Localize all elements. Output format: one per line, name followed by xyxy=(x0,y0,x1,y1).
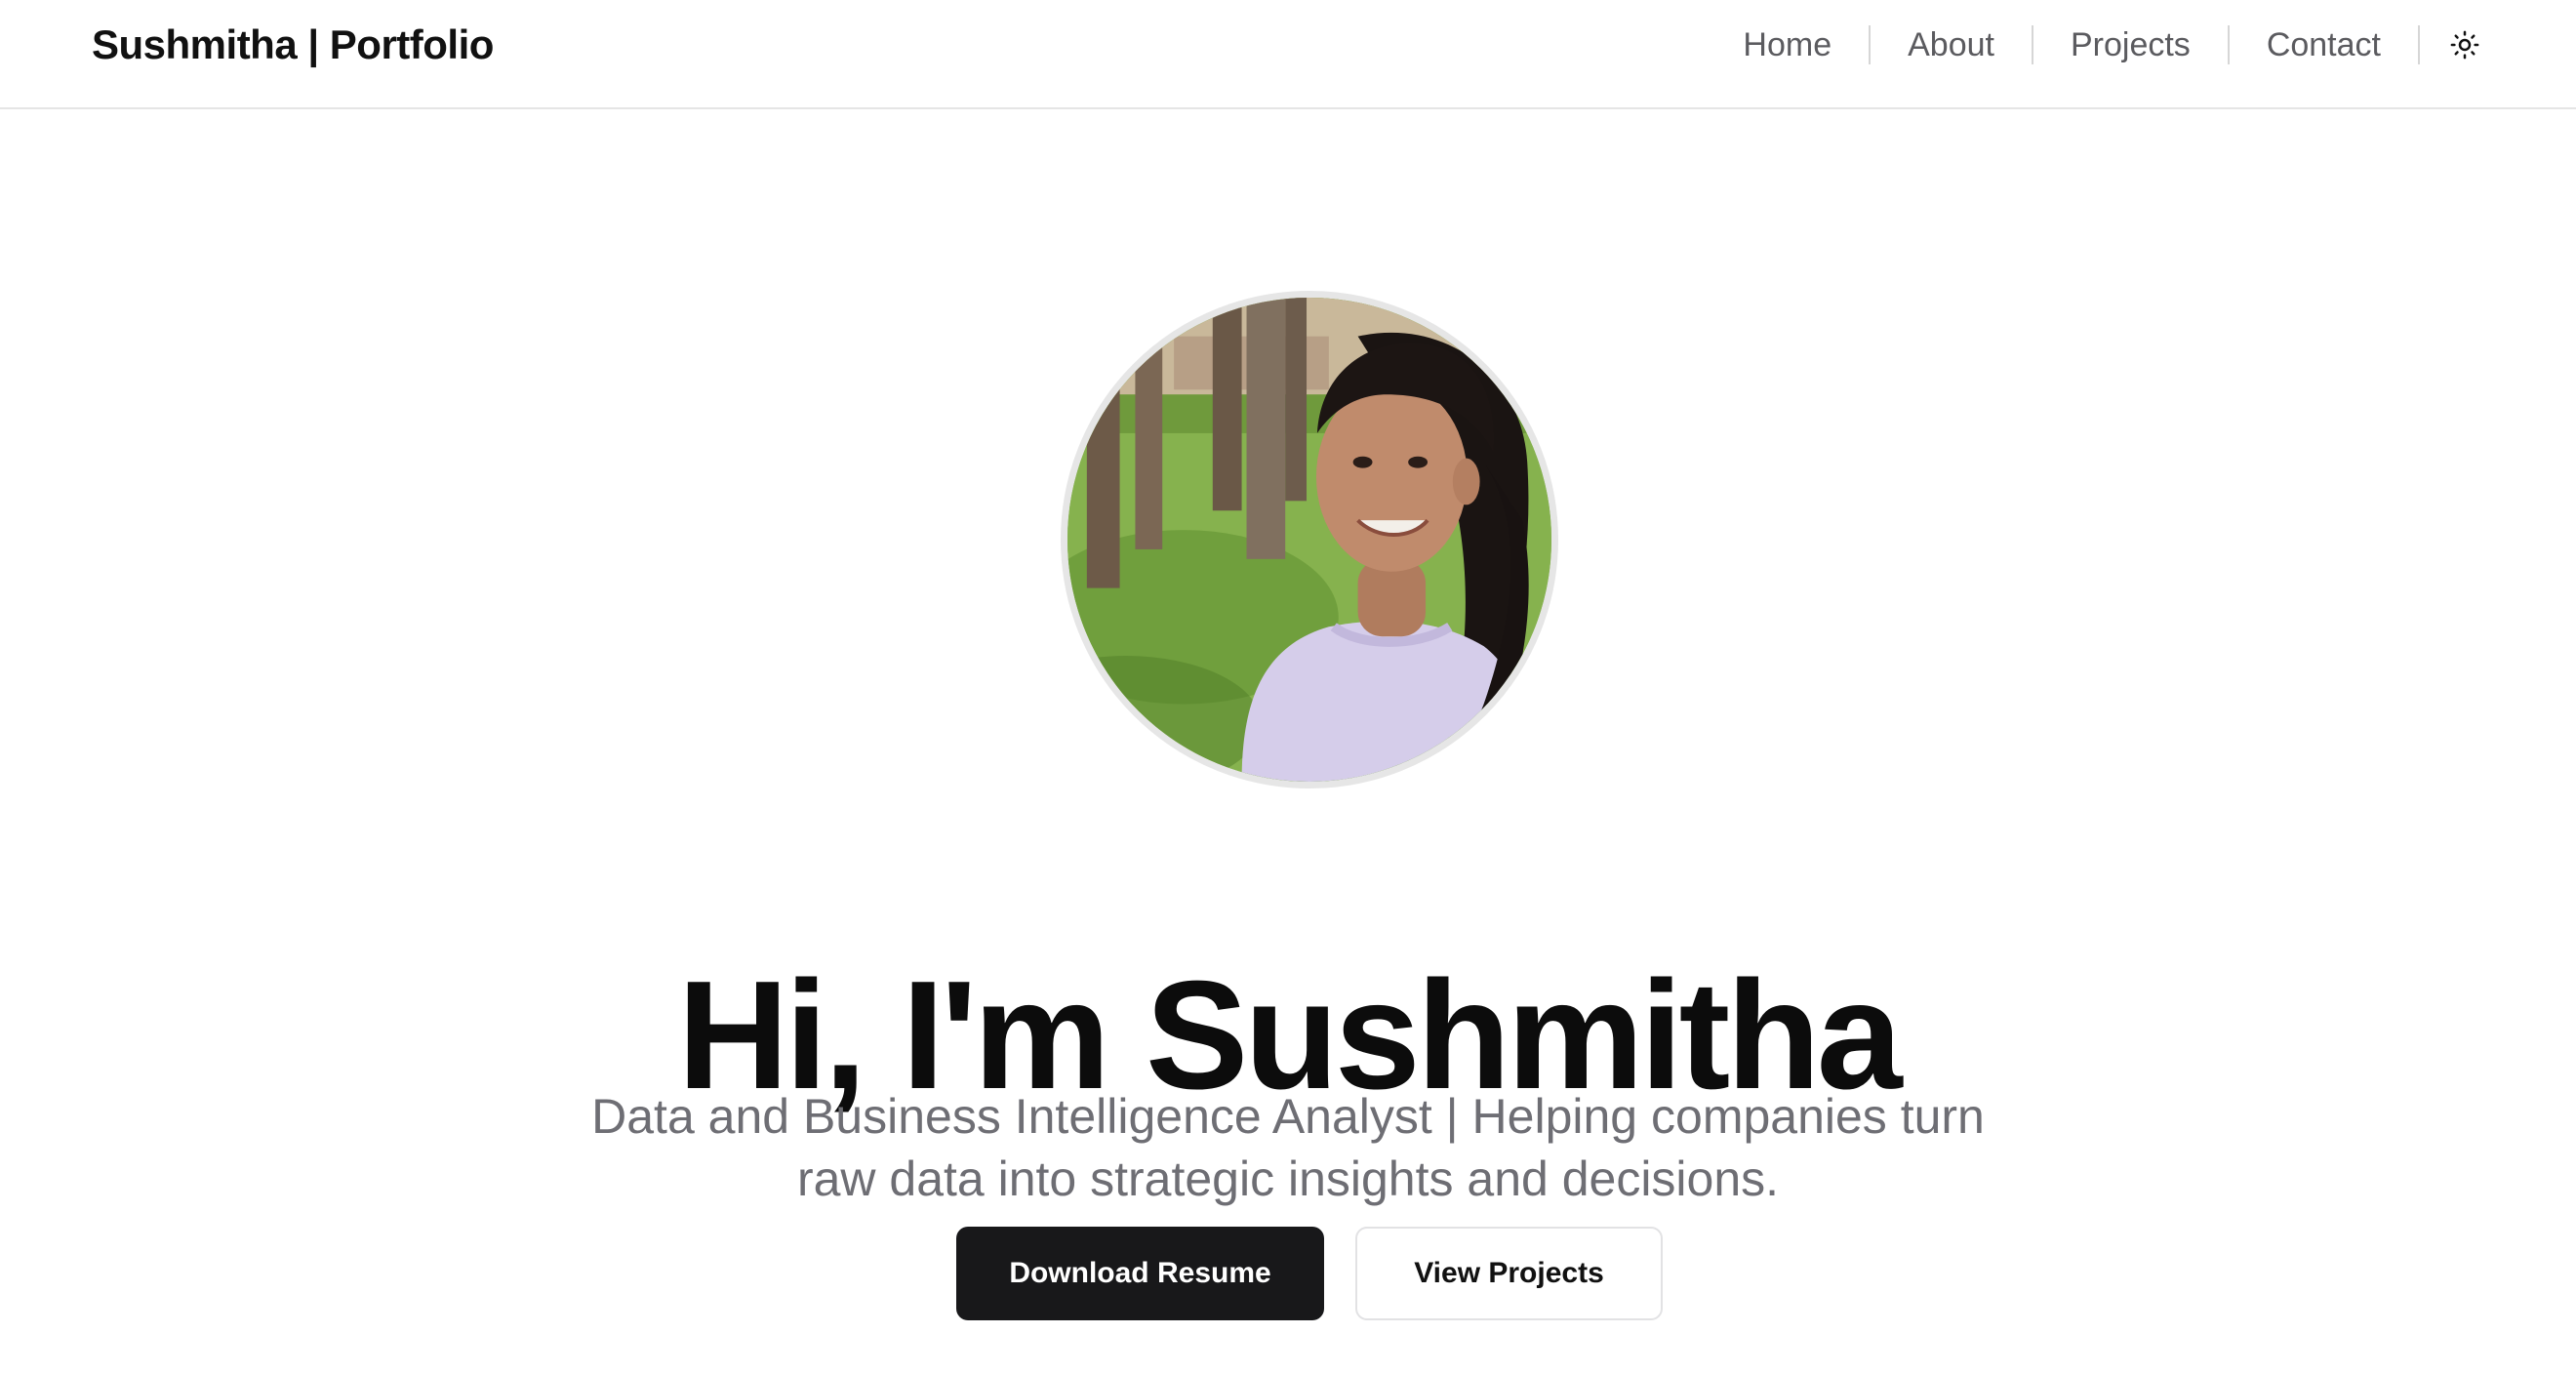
site-header: Sushmitha | Portfolio Home About Project… xyxy=(0,0,2576,109)
profile-photo xyxy=(1067,298,1551,782)
nav-link-projects[interactable]: Projects xyxy=(2033,23,2228,66)
theme-toggle-button[interactable] xyxy=(2420,16,2510,74)
sun-icon xyxy=(2450,30,2479,60)
view-projects-button[interactable]: View Projects xyxy=(1355,1227,1663,1320)
nav-link-contact[interactable]: Contact xyxy=(2230,23,2418,66)
site-brand[interactable]: Sushmitha | Portfolio xyxy=(92,21,494,68)
profile-avatar xyxy=(1061,291,1558,788)
nav-link-home[interactable]: Home xyxy=(1706,23,1869,66)
download-resume-button[interactable]: Download Resume xyxy=(956,1227,1324,1320)
hero-subtitle: Data and Business Intelligence Analyst |… xyxy=(591,1089,1985,1206)
main-nav: Home About Projects Contact xyxy=(1706,0,2510,90)
hero-section: Hi, I'm Sushmitha Data and Business Inte… xyxy=(0,109,2576,1374)
nav-link-about[interactable]: About xyxy=(1871,23,2032,66)
